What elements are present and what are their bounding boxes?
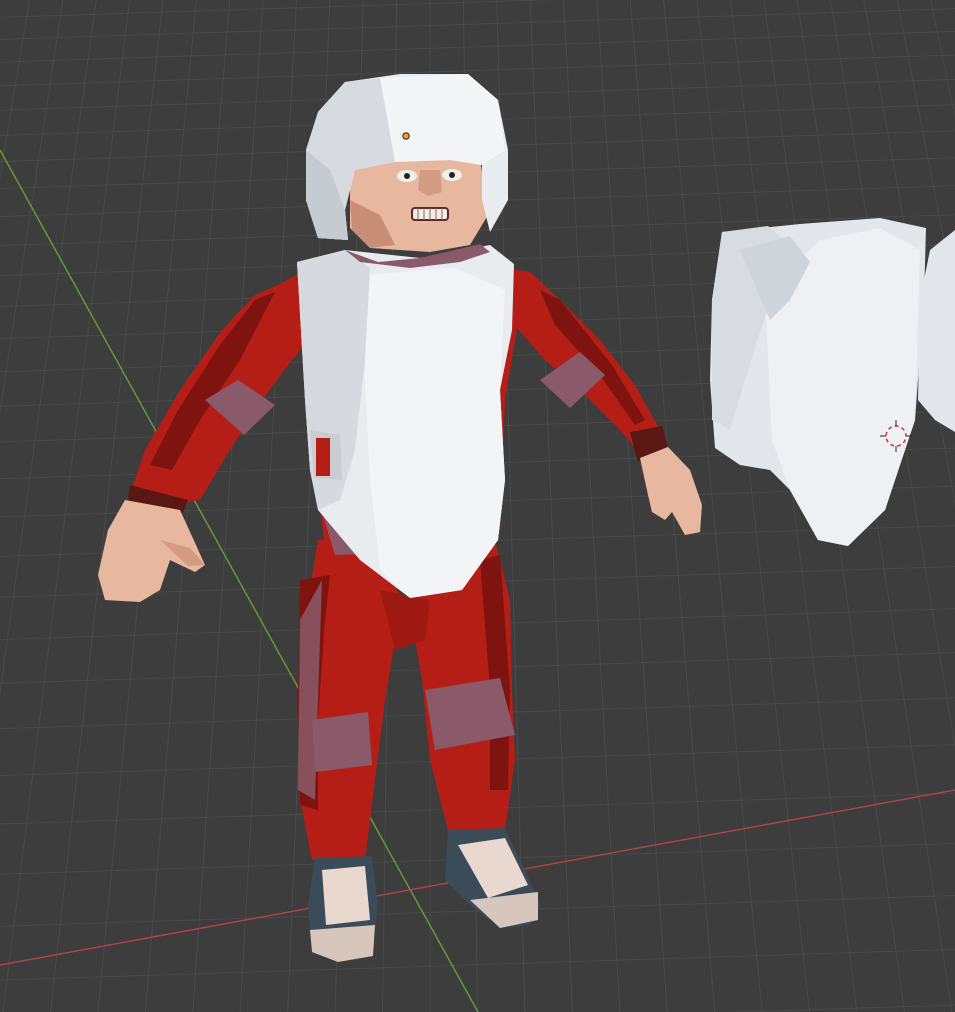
grid-line [0, 0, 556, 18]
detached-armor-mesh[interactable] [710, 218, 955, 546]
grid-line [0, 30, 955, 63]
grid-line [0, 54, 955, 87]
grid-line [0, 948, 955, 981]
viewport-scene[interactable] [0, 0, 955, 1012]
character-head [350, 158, 488, 252]
right-arm [505, 268, 702, 535]
3d-viewport[interactable] [0, 0, 955, 1012]
origin-point-icon[interactable] [402, 132, 410, 140]
left-arm [98, 270, 318, 602]
